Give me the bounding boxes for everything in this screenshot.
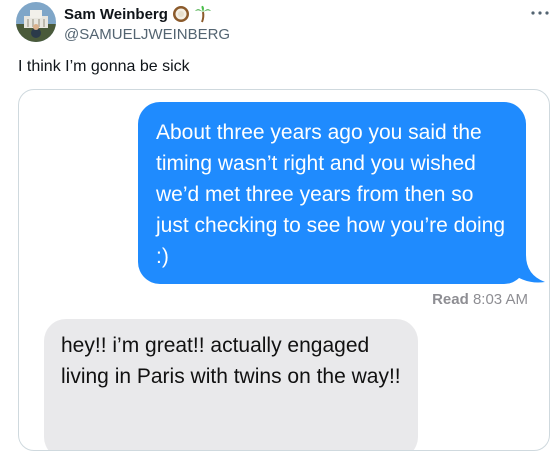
attached-screenshot[interactable]: About three years ago you said the timin… bbox=[18, 89, 550, 451]
coconut-emoji-icon bbox=[172, 5, 190, 23]
author-display-name[interactable]: Sam Weinberg bbox=[64, 6, 168, 23]
author-handle[interactable]: @SAMUELJWEINBERG bbox=[64, 26, 230, 43]
more-horizontal-icon[interactable] bbox=[530, 4, 550, 16]
sent-bubble-tail bbox=[509, 255, 545, 283]
received-message-bubble: hey!! i’m great!! actually engaged livin… bbox=[44, 319, 418, 450]
avatar[interactable] bbox=[16, 2, 56, 42]
received-message-text: hey!! i’m great!! actually engaged livin… bbox=[61, 334, 401, 388]
read-time: 8:03 AM bbox=[472, 291, 528, 308]
read-receipt: Read 8:03 AM bbox=[432, 291, 528, 308]
author-row: Sam Weinberg bbox=[64, 4, 212, 24]
sent-message-text: About three years ago you said the timin… bbox=[156, 121, 506, 268]
sent-message-bubble: About three years ago you said the timin… bbox=[138, 102, 526, 284]
read-status: Read bbox=[432, 291, 469, 308]
palm-tree-icon bbox=[194, 5, 212, 23]
tweet-text: I think I’m gonna be sick bbox=[18, 58, 190, 75]
